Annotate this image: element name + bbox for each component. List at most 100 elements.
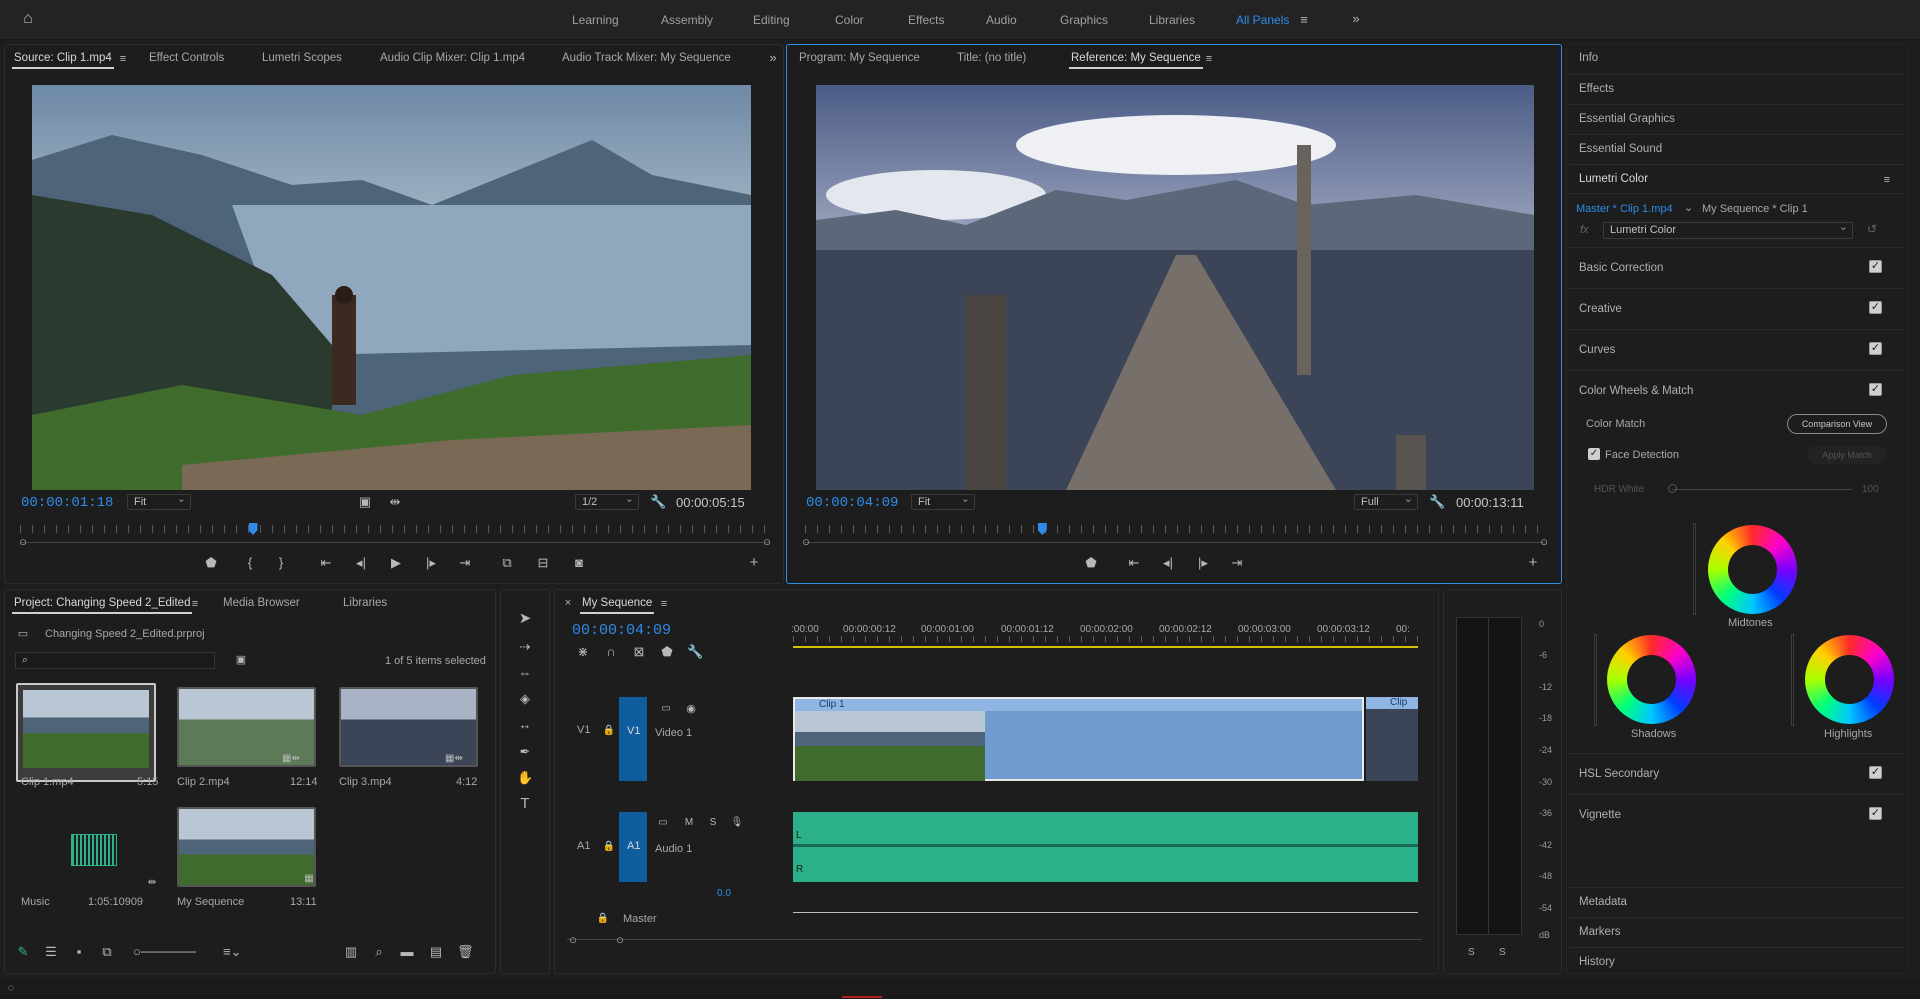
- video-clip[interactable]: Clip: [1366, 697, 1418, 781]
- pen-tool-icon[interactable]: ✒: [517, 745, 533, 759]
- razor-tool-icon[interactable]: ◈: [517, 692, 533, 706]
- linked-selection-icon[interactable]: ⊠: [631, 645, 647, 659]
- creative-group[interactable]: Creative ✓: [1569, 288, 1904, 328]
- tab-libraries[interactable]: Libraries: [343, 597, 387, 609]
- go-to-in-icon[interactable]: ⇤: [318, 556, 334, 570]
- slider-handle-icon[interactable]: [1668, 484, 1677, 493]
- workspace-libraries[interactable]: Libraries: [1149, 0, 1195, 40]
- vignette-group[interactable]: Vignette ✓: [1569, 794, 1904, 834]
- wrench-icon[interactable]: 🔧: [1429, 495, 1445, 509]
- effects-panel-header[interactable]: Effects: [1569, 74, 1904, 104]
- workspace-all-panels[interactable]: All Panels: [1236, 0, 1289, 40]
- step-back-icon[interactable]: ◂|: [1160, 556, 1176, 570]
- tab-media-browser[interactable]: Media Browser: [223, 597, 300, 609]
- mic-icon[interactable]: 🎙: [729, 816, 745, 830]
- automate-icon[interactable]: ▥: [343, 945, 359, 959]
- go-to-out-icon[interactable]: ⇥: [1229, 556, 1245, 570]
- marker-icon[interactable]: ⬟: [203, 556, 219, 570]
- mark-out-icon[interactable]: }: [273, 556, 289, 570]
- camera-icon[interactable]: ◙: [571, 556, 587, 570]
- checkbox-icon[interactable]: ✓: [1869, 301, 1882, 314]
- step-back-icon[interactable]: ◂|: [353, 556, 369, 570]
- wrench-icon[interactable]: 🔧: [650, 495, 666, 509]
- freeform-view-icon[interactable]: ⧉: [99, 945, 115, 959]
- overwrite-icon[interactable]: ⊟: [535, 556, 551, 570]
- pencil-icon[interactable]: ✎: [15, 945, 31, 959]
- list-view-icon[interactable]: ☰: [43, 945, 59, 959]
- home-icon[interactable]: ⌂: [20, 11, 36, 27]
- program-scrub-line[interactable]: [805, 542, 1545, 543]
- tab-lumetri-scopes[interactable]: Lumetri Scopes: [262, 52, 342, 64]
- tab-effect-controls[interactable]: Effect Controls: [149, 52, 224, 64]
- film-icon[interactable]: ▭: [658, 702, 674, 716]
- play-icon[interactable]: ▶: [388, 556, 404, 570]
- lumetri-color-header[interactable]: Lumetri Color ≡: [1569, 164, 1904, 194]
- go-to-out-icon[interactable]: ⇥: [457, 556, 473, 570]
- checkbox-icon[interactable]: ✓: [1869, 807, 1882, 820]
- workspace-effects[interactable]: Effects: [908, 0, 944, 40]
- menu-icon[interactable]: ≡: [115, 52, 131, 66]
- highlights-wheel[interactable]: [1805, 635, 1894, 724]
- solo-right-button[interactable]: S: [1499, 947, 1506, 958]
- program-fit-dropdown[interactable]: Fit: [911, 492, 975, 510]
- track-select-tool-icon[interactable]: ⇢: [517, 640, 533, 654]
- master-value[interactable]: 0.0: [717, 888, 731, 899]
- solo-left-button[interactable]: S: [1468, 947, 1475, 958]
- snap-icon[interactable]: ⋇: [575, 645, 591, 659]
- hsl-secondary-group[interactable]: HSL Secondary ✓: [1569, 753, 1904, 793]
- master-clip-tab[interactable]: Master * Clip 1.mp4: [1576, 203, 1673, 215]
- project-item[interactable]: [16, 683, 156, 782]
- program-playhead[interactable]: [1037, 523, 1047, 535]
- track-target-a1[interactable]: A1: [577, 840, 590, 852]
- program-timecode[interactable]: 00:00:04:09: [806, 495, 898, 511]
- tab-source[interactable]: Source: Clip 1.mp4: [12, 52, 114, 69]
- zoom-slider-icon[interactable]: ○──────: [133, 945, 203, 959]
- find-icon[interactable]: ⌕: [371, 945, 387, 959]
- audio-waveform-icon[interactable]: [71, 834, 117, 866]
- menu-icon[interactable]: ≡: [656, 597, 672, 611]
- lock-icon[interactable]: 🔒: [595, 912, 611, 926]
- chevron-down-icon[interactable]: ⌄: [1684, 201, 1693, 214]
- lock-icon[interactable]: 🔒: [601, 724, 617, 738]
- essential-sound-header[interactable]: Essential Sound: [1569, 134, 1904, 164]
- mark-in-icon[interactable]: {: [242, 556, 258, 570]
- lock-icon[interactable]: 🔒: [601, 840, 617, 854]
- sort-icon[interactable]: ≡⌄: [223, 945, 241, 959]
- selection-tool-icon[interactable]: ➤: [517, 611, 533, 626]
- menu-icon[interactable]: ≡: [1879, 173, 1895, 187]
- solo-icon[interactable]: S: [705, 816, 721, 830]
- menu-icon[interactable]: ≡: [1296, 13, 1312, 27]
- step-forward-icon[interactable]: |▸: [1195, 556, 1211, 570]
- add-button-icon[interactable]: +: [746, 555, 762, 570]
- search-input[interactable]: [15, 652, 215, 669]
- workspace-graphics[interactable]: Graphics: [1060, 0, 1108, 40]
- track-target-v1[interactable]: V1: [577, 724, 590, 736]
- project-item[interactable]: [177, 807, 316, 887]
- face-detection-checkbox[interactable]: ✓: [1588, 448, 1600, 460]
- insert-clip-icon[interactable]: ⧉: [499, 556, 515, 570]
- essential-graphics-header[interactable]: Essential Graphics: [1569, 104, 1904, 134]
- scroll-handle-icon[interactable]: ○: [612, 933, 628, 947]
- video-clip[interactable]: Clip 1: [793, 697, 1364, 781]
- m-icon[interactable]: M: [681, 816, 697, 830]
- in-point-icon[interactable]: ○: [798, 535, 814, 549]
- menu-icon[interactable]: ≡: [187, 597, 203, 611]
- source-fit-dropdown[interactable]: Fit: [127, 492, 191, 510]
- trash-icon[interactable]: 🗑: [457, 945, 474, 959]
- mute-icon[interactable]: ▭: [655, 816, 671, 830]
- menu-icon[interactable]: ≡: [1201, 52, 1217, 66]
- midtones-wheel[interactable]: [1708, 525, 1797, 614]
- eye-icon[interactable]: ◉: [683, 702, 699, 716]
- metadata-panel-header[interactable]: Metadata: [1569, 887, 1904, 917]
- workspace-editing[interactable]: Editing: [753, 0, 790, 40]
- source-playhead[interactable]: [248, 523, 258, 535]
- marker-icon[interactable]: ⬟: [1083, 556, 1099, 570]
- tab-reference[interactable]: Reference: My Sequence: [1069, 52, 1203, 69]
- icon-view-icon[interactable]: ▪: [71, 945, 87, 959]
- wrench-icon[interactable]: 🔧: [687, 645, 703, 659]
- hand-tool-icon[interactable]: ✋: [517, 771, 533, 785]
- workspace-audio[interactable]: Audio: [986, 0, 1017, 40]
- settings-icon[interactable]: ▣: [357, 495, 373, 509]
- tab-program[interactable]: Program: My Sequence: [799, 52, 920, 64]
- checkbox-icon[interactable]: ✓: [1869, 260, 1882, 273]
